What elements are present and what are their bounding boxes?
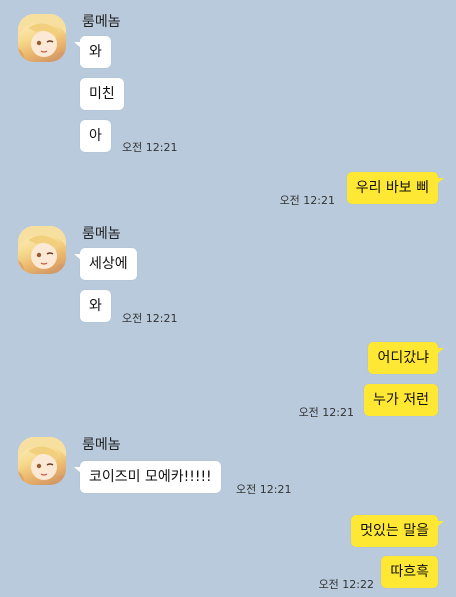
message-bubble[interactable]: 아 [80,120,111,152]
message-bubble[interactable]: 우리 바보 삐 [346,172,445,204]
sender-avatar[interactable] [18,437,66,485]
message-time: 오전 12:21 [122,141,178,154]
message-bubble[interactable]: 세상에 [74,248,137,280]
message-time: 오전 12:21 [236,483,292,496]
message-bubble[interactable]: 미친 [80,78,124,110]
avatar-image [18,226,66,274]
avatar-image [18,437,66,485]
sender-name: 룸메놈 [82,226,121,242]
message-time: 오전 12:21 [122,312,178,325]
sender-name: 룸메놈 [82,14,121,30]
sender-avatar[interactable] [18,226,66,274]
sender-avatar[interactable] [18,14,66,62]
message-bubble[interactable]: 와 [74,36,111,68]
message-bubble[interactable]: 와 [80,290,111,322]
message-time: 오전 12:21 [298,406,354,419]
message-bubble[interactable]: 따흐흑 [381,556,438,588]
message-time: 오전 12:22 [318,578,374,591]
message-bubble[interactable]: 어디갔냐 [368,342,444,374]
sender-name: 룸메놈 [82,437,121,453]
message-bubble[interactable]: 멋있는 말을 [351,515,444,547]
message-bubble[interactable]: 코이즈미 모에카!!!!! [74,461,221,493]
avatar-image [18,14,66,62]
message-bubble[interactable]: 누가 저런 [364,384,438,416]
message-time: 오전 12:21 [279,194,335,207]
